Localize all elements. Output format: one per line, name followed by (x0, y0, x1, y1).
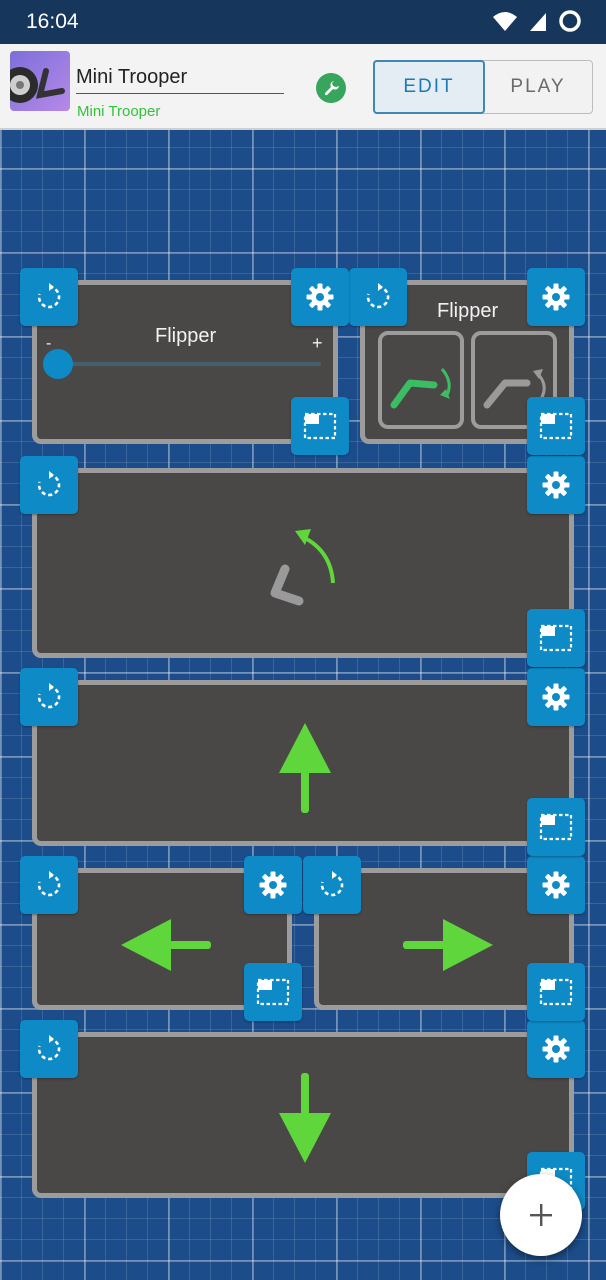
flipper-down-icon (390, 368, 451, 409)
widget-title: Flipper (437, 300, 499, 322)
plus-icon (530, 1204, 552, 1226)
widget-settings-button[interactable] (527, 668, 585, 726)
vehicle-subtitle: Mini Trooper (77, 103, 161, 120)
arrow-up-icon (279, 723, 331, 813)
add-widget-button[interactable] (500, 1174, 582, 1256)
resize-icon (539, 411, 573, 441)
rotate-widget-button[interactable] (20, 856, 78, 914)
play-mode-button[interactable]: PLAY (484, 61, 592, 113)
arrow-left-icon (121, 919, 211, 971)
gear-icon (541, 470, 571, 500)
resize-icon (303, 411, 337, 441)
rotate-widget-button[interactable] (20, 668, 78, 726)
widget-settings-button[interactable] (527, 456, 585, 514)
rotate-widget-button[interactable] (20, 268, 78, 326)
arrow-down-icon (279, 1073, 331, 1163)
resize-widget-button[interactable] (291, 397, 349, 455)
reverse-widget[interactable] (32, 1032, 574, 1198)
status-time: 16:04 (26, 10, 79, 33)
rotate-icon (317, 870, 347, 900)
flipper-rotate-widget[interactable] (32, 468, 574, 658)
rotate-icon (34, 870, 64, 900)
widget-settings-button[interactable] (527, 268, 585, 326)
wifi-icon (493, 12, 517, 31)
slider-max-label: + (312, 333, 323, 353)
battery-ring-icon (559, 10, 581, 32)
gear-icon (541, 1034, 571, 1064)
gear-icon (541, 282, 571, 312)
status-bar: 16:04 (0, 0, 606, 44)
mode-toggle: EDIT PLAY (373, 60, 593, 114)
resize-widget-button[interactable] (527, 397, 585, 455)
resize-icon (539, 977, 573, 1007)
flipper-down-button[interactable] (378, 331, 464, 429)
widget-settings-button[interactable] (527, 1020, 585, 1078)
rotate-icon (34, 1034, 64, 1064)
gear-icon (258, 870, 288, 900)
rotate-icon (34, 282, 64, 312)
title-field[interactable]: Mini Trooper (76, 66, 284, 94)
resize-icon (256, 977, 290, 1007)
slider-track[interactable] (57, 362, 321, 366)
arrow-right-icon (403, 919, 493, 971)
resize-icon (539, 812, 573, 842)
wrench-icon[interactable] (316, 73, 346, 103)
rotate-icon (363, 282, 393, 312)
rotate-widget-button[interactable] (303, 856, 361, 914)
gear-icon (305, 282, 335, 312)
app-header: Mini Trooper Mini Trooper EDIT PLAY (0, 44, 606, 130)
widget-settings-button[interactable] (244, 856, 302, 914)
widget-settings-button[interactable] (527, 856, 585, 914)
gear-icon (541, 682, 571, 712)
vehicle-thumbnail[interactable] (10, 51, 70, 111)
widget-settings-button[interactable] (291, 268, 349, 326)
resize-widget-button[interactable] (244, 963, 302, 1021)
widget-title: Flipper (155, 325, 217, 347)
resize-widget-button[interactable] (527, 609, 585, 667)
rotate-widget-button[interactable] (20, 456, 78, 514)
rotate-icon (34, 682, 64, 712)
rotate-widget-button[interactable] (20, 1020, 78, 1078)
resize-widget-button[interactable] (527, 798, 585, 856)
resize-icon (539, 623, 573, 653)
forward-widget[interactable] (32, 680, 574, 846)
rotate-icon (34, 470, 64, 500)
edit-mode-button[interactable]: EDIT (373, 60, 485, 114)
signal-icon (530, 13, 546, 31)
gear-icon (541, 870, 571, 900)
vehicle-title: Mini Trooper (76, 66, 188, 88)
flipper-rotate-icon (270, 529, 335, 606)
slider-thumb[interactable] (43, 349, 73, 379)
rotate-widget-button[interactable] (349, 268, 407, 326)
status-icons (492, 9, 582, 33)
resize-widget-button[interactable] (527, 963, 585, 1021)
